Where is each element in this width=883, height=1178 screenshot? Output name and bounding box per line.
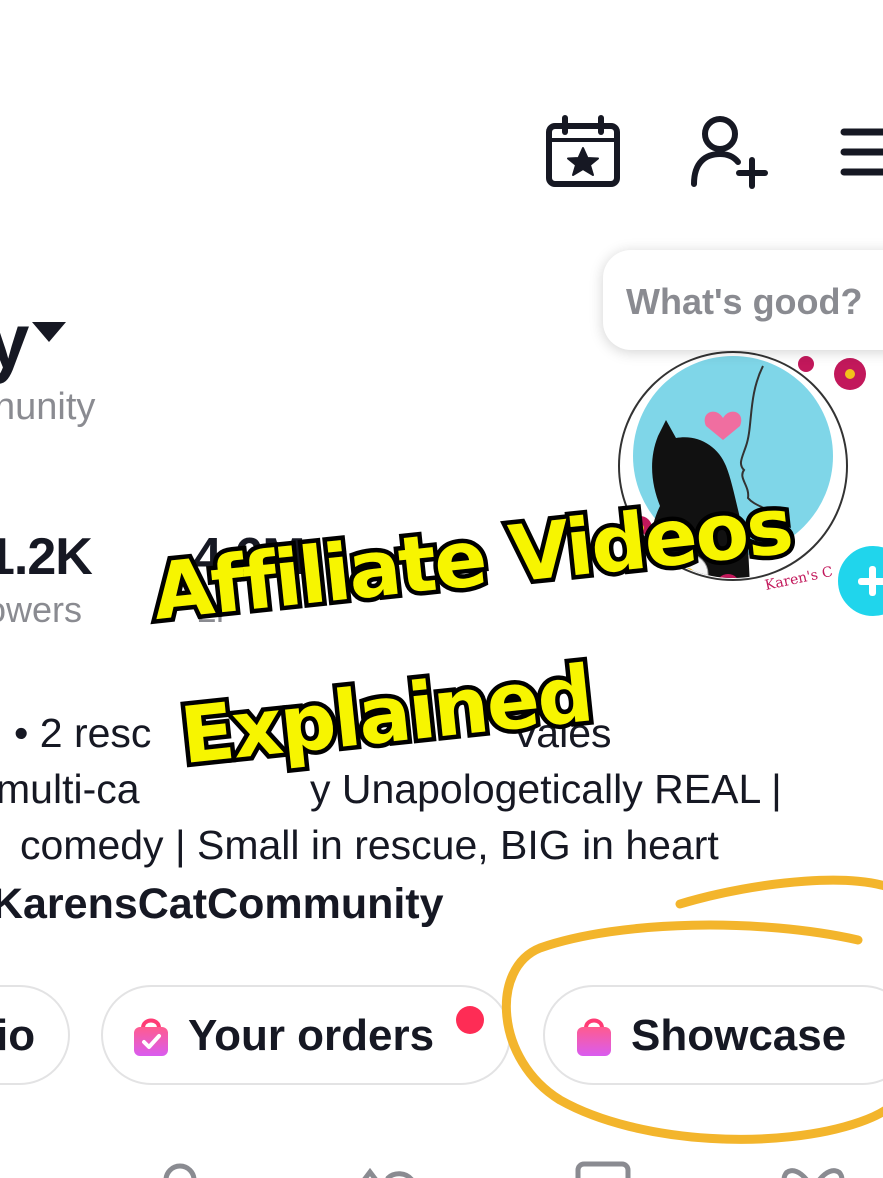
- bio-line-2: multi-ca: [0, 766, 140, 812]
- status-prompt-text: What's good?: [626, 281, 863, 322]
- bio-line-1: • 2 resc: [14, 710, 152, 756]
- calendar-star-icon[interactable]: [543, 112, 623, 192]
- profile-username[interactable]: y: [0, 296, 29, 387]
- followers-count[interactable]: 1.2K: [0, 527, 93, 587]
- overlay-caption-line2: Explained: [172, 645, 600, 787]
- account-switch-caret-icon[interactable]: [32, 322, 66, 342]
- showcase-label: Showcase: [631, 1011, 847, 1060]
- shopping-bag-icon: [131, 1014, 171, 1058]
- add-friend-icon[interactable]: [688, 112, 768, 192]
- profile-display-name: nunity: [0, 386, 96, 428]
- followers-label: owers: [0, 589, 83, 630]
- repost-tab-icon[interactable]: [350, 1150, 420, 1178]
- menu-icon[interactable]: [838, 112, 883, 192]
- bio-line-2-end: y Unapologetically REAL |: [310, 766, 782, 812]
- liked-tab-icon[interactable]: [778, 1150, 848, 1178]
- shopping-bag-icon: [574, 1014, 614, 1058]
- notification-dot: [456, 1006, 484, 1034]
- user-tab-icon[interactable]: [145, 1150, 215, 1178]
- bio-line-3: comedy | Small in rescue, BIG in heart: [20, 822, 719, 868]
- bio-link[interactable]: /KarensCatCommunity: [0, 880, 444, 929]
- studio-button-label: io: [0, 1011, 36, 1060]
- favorites-tab-icon[interactable]: [568, 1150, 638, 1178]
- profile-screen: y nunity Karen's C What's good? .2K wers…: [0, 0, 883, 1178]
- your-orders-label: Your orders: [188, 1011, 435, 1060]
